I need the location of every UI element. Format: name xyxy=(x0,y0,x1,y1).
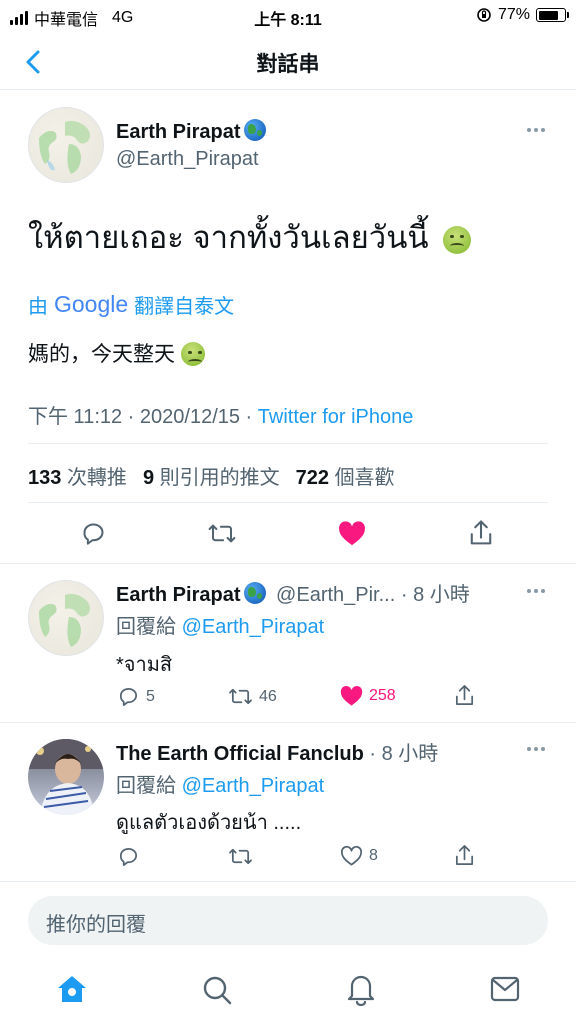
google-logo: Google xyxy=(54,291,129,317)
reply-text: ดูแลตัวเองด้วยน้า ..... xyxy=(116,812,302,834)
person-photo-icon xyxy=(28,739,104,815)
share-icon xyxy=(455,685,474,705)
replying-to-handle[interactable]: @Earth_Pirapat xyxy=(182,616,325,638)
heart-outline-icon xyxy=(341,845,362,866)
share-button[interactable] xyxy=(453,683,476,708)
like-button[interactable]: 258 xyxy=(340,685,396,707)
globe-emoji-icon xyxy=(244,119,267,141)
retweet-icon xyxy=(208,524,236,543)
share-icon xyxy=(455,845,474,865)
author-handle: @Earth_Pirapat xyxy=(116,148,259,170)
translate-suffix: 翻譯自泰文 xyxy=(134,296,235,318)
retweet-icon xyxy=(229,848,252,865)
heart-filled-icon xyxy=(340,686,363,706)
more-options-icon[interactable] xyxy=(527,747,545,751)
share-button[interactable] xyxy=(453,843,476,868)
more-options-icon[interactable] xyxy=(527,128,545,132)
quotes-stat[interactable]: 9 則引用的推文 xyxy=(143,461,280,490)
tweet-text: ให้ตายเถอะ จากทั้งวันเลยวันนี้ xyxy=(28,220,429,255)
retweet-icon xyxy=(229,688,252,705)
author-name: Earth Pirapat xyxy=(116,584,241,606)
reply-button[interactable] xyxy=(117,845,146,868)
retweet-button[interactable] xyxy=(228,845,259,868)
avatar[interactable] xyxy=(28,580,104,656)
reply-icon xyxy=(119,848,137,866)
reply-count: 5 xyxy=(146,687,155,705)
notifications-icon[interactable] xyxy=(346,972,376,1006)
like-button[interactable]: 8 xyxy=(340,845,378,867)
home-icon[interactable] xyxy=(56,974,88,1004)
more-options-icon[interactable] xyxy=(527,589,545,593)
reply-button[interactable]: 5 xyxy=(117,685,155,708)
retweets-stat[interactable]: 133 次轉推 xyxy=(28,461,127,490)
author-name: Earth Pirapat xyxy=(116,121,241,143)
page-title: 對話串 xyxy=(256,53,320,76)
world-map-icon xyxy=(39,593,90,647)
tweet-stats: 133 次轉推 9 則引用的推文 722 個喜歡 xyxy=(28,461,395,490)
translation-attribution[interactable]: 由 Google 翻譯自泰文 xyxy=(28,290,234,319)
nauseated-face-emoji-icon xyxy=(443,226,472,254)
replying-to-label: 回覆給 xyxy=(116,775,176,797)
orientation-lock-icon xyxy=(477,8,491,22)
retweet-button[interactable] xyxy=(207,520,237,547)
retweet-button[interactable]: 46 xyxy=(228,685,277,708)
like-count: 258 xyxy=(369,687,396,704)
header: 對話串 xyxy=(0,34,576,90)
reply-icon xyxy=(119,688,137,706)
share-icon xyxy=(470,520,492,545)
tweet-source-link[interactable]: Twitter for iPhone xyxy=(258,406,414,428)
reply-icon xyxy=(83,523,104,545)
tweet-timestamp: 下午 11:12 · 2020/12/15 · xyxy=(28,406,258,428)
world-map-icon xyxy=(39,120,90,174)
share-button[interactable] xyxy=(467,518,495,548)
reply-time: · 8 小時 xyxy=(369,743,439,765)
battery-percent: 77% xyxy=(497,6,530,23)
author-handle: @Earth_Pir... xyxy=(276,584,396,606)
battery-icon xyxy=(536,8,569,22)
reply-placeholder: 推你的回覆 xyxy=(46,914,146,936)
like-button[interactable] xyxy=(338,520,366,547)
like-count: 8 xyxy=(369,847,378,864)
messages-icon[interactable] xyxy=(490,976,520,1002)
status-bar: 中華電信 4G 上午 8:11 77% xyxy=(0,0,576,34)
reply-text: *จามสิ xyxy=(116,654,173,676)
replying-to-label: 回覆給 xyxy=(116,616,176,638)
avatar[interactable] xyxy=(28,739,104,815)
avatar[interactable] xyxy=(28,107,104,183)
reply-time: · 8 小時 xyxy=(400,584,470,606)
reply-button[interactable] xyxy=(80,520,107,547)
retweet-count: 46 xyxy=(259,687,277,705)
nauseated-face-emoji-icon xyxy=(180,342,205,366)
search-icon[interactable] xyxy=(201,974,233,1006)
tab-bar xyxy=(0,956,576,1024)
globe-emoji-icon xyxy=(244,582,267,604)
likes-stat[interactable]: 722 個喜歡 xyxy=(296,461,395,490)
replying-to-handle[interactable]: @Earth_Pirapat xyxy=(182,775,325,797)
reply-input[interactable]: 推你的回覆 xyxy=(28,896,548,945)
translate-prefix: 由 xyxy=(28,296,48,318)
translated-text: 媽的，今天整天 xyxy=(28,343,175,366)
author-name: The Earth Official Fanclub xyxy=(116,743,364,765)
heart-filled-icon xyxy=(339,521,365,546)
